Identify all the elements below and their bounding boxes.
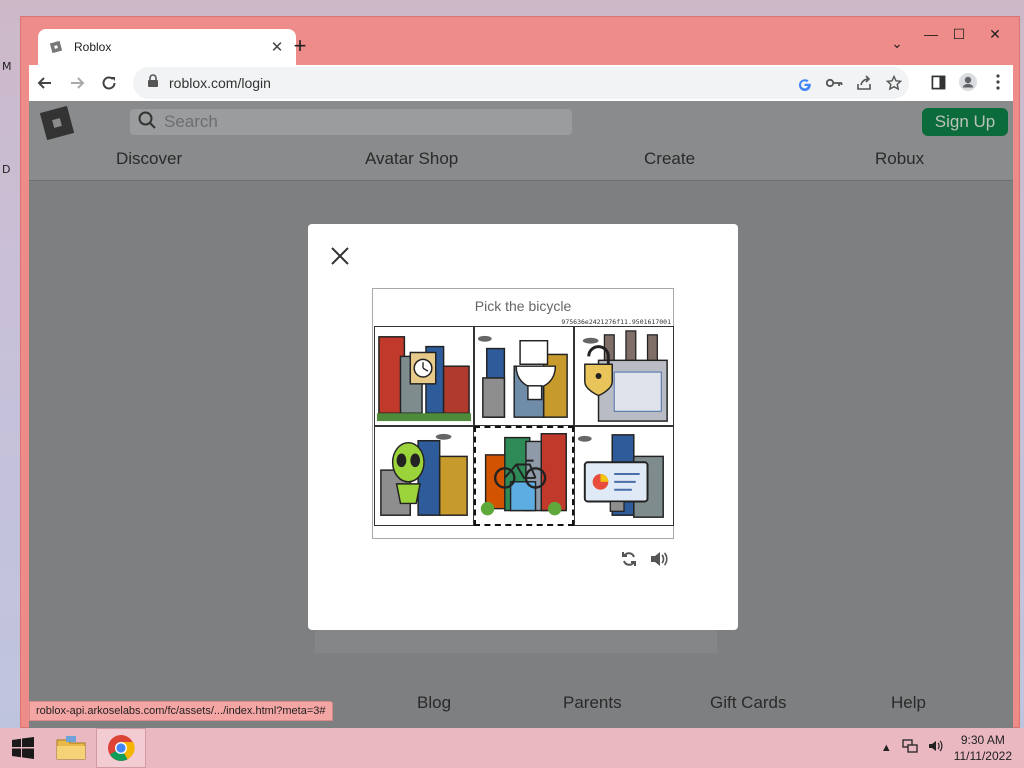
refresh-icon[interactable] (618, 548, 640, 570)
clock-time: 9:30 AM (960, 733, 1005, 747)
password-key-icon[interactable] (819, 68, 849, 98)
more-vertical-icon[interactable] (983, 67, 1013, 97)
reload-icon[interactable] (93, 67, 125, 99)
desktop-icon-label-m[interactable]: M (2, 60, 12, 73)
tray-chevron-up-icon[interactable]: ▲ (881, 742, 892, 754)
file-explorer-icon[interactable] (46, 728, 96, 768)
captcha-challenge: Pick the bicycle 975636e2421276f11.95016… (372, 288, 674, 539)
maximize-button[interactable]: ☐ (943, 21, 975, 47)
toilet-tile-image (477, 335, 568, 418)
captcha-tile-clock[interactable] (374, 326, 474, 426)
side-panel-icon[interactable] (923, 67, 953, 97)
captcha-challenge-id: 975636e2421276f11.9501617001 (561, 318, 671, 326)
captcha-modal: Pick the bicycle 975636e2421276f11.95016… (308, 224, 738, 630)
sign-up-button[interactable]: Sign Up (922, 108, 1008, 136)
browser-tab-roblox[interactable]: Roblox ✕ (38, 29, 296, 65)
new-tab-button[interactable]: + (287, 34, 313, 58)
browser-window: Roblox ✕ + ⌄ — ☐ ✕ roblox.com/login Sear… (20, 16, 1020, 729)
tab-close-icon[interactable]: ✕ (268, 38, 286, 56)
roblox-search-box[interactable] (130, 109, 572, 135)
roblox-header: Sign Up Discover Avatar Shop Create Robu… (29, 101, 1013, 181)
link-status-bubble: roblox-api.arkoselabs.com/fc/assets/.../… (29, 701, 333, 721)
back-arrow-icon[interactable] (29, 67, 61, 99)
browser-toolbar: roblox.com/login (29, 65, 1013, 101)
url-text[interactable]: roblox.com/login (169, 75, 789, 91)
clock-date: 11/11/2022 (953, 749, 1012, 763)
roblox-logo-icon[interactable] (39, 105, 75, 141)
google-g-icon[interactable] (789, 68, 819, 98)
footer-blog[interactable]: Blog (417, 693, 451, 713)
profile-avatar-icon[interactable] (953, 67, 983, 97)
windows-taskbar: ▲ 9:30 AM 11/11/2022 (0, 728, 1024, 768)
lock-icon[interactable] (147, 73, 159, 93)
roblox-favicon-icon (48, 39, 64, 55)
footer-help[interactable]: Help (891, 693, 926, 713)
browser-titlebar[interactable]: Roblox ✕ + ⌄ — ☐ ✕ (21, 17, 1019, 65)
modal-shadow (315, 629, 717, 653)
captcha-tile-padlock[interactable] (574, 326, 674, 426)
tab-title: Roblox (74, 40, 112, 54)
captcha-tools (618, 548, 670, 570)
search-icon (138, 111, 156, 134)
volume-icon[interactable] (928, 739, 944, 758)
alien-tile-image (380, 433, 468, 516)
chrome-taskbar-icon[interactable] (96, 728, 146, 768)
window-close-button[interactable]: ✕ (979, 21, 1011, 47)
captcha-tile-monitor[interactable] (574, 426, 674, 526)
address-bar[interactable]: roblox.com/login (133, 67, 909, 99)
audio-speaker-icon[interactable] (648, 548, 670, 570)
captcha-prompt: Pick the bicycle (474, 298, 572, 314)
share-icon[interactable] (849, 68, 879, 98)
roblox-login-page: Sign Up Discover Avatar Shop Create Robu… (29, 101, 1013, 729)
nav-create[interactable]: Create (644, 149, 695, 169)
captcha-tile-alien[interactable] (374, 426, 474, 526)
padlock-tile-image (582, 330, 668, 422)
bicycle-tile-image (480, 433, 567, 516)
taskbar-clock[interactable]: 9:30 AM 11/11/2022 (954, 732, 1012, 764)
clock-tile-image (376, 336, 472, 422)
captcha-tile-bicycle[interactable] (474, 426, 574, 526)
bookmark-star-icon[interactable] (879, 68, 909, 98)
nav-discover[interactable]: Discover (116, 149, 182, 169)
captcha-tile-toilet[interactable] (474, 326, 574, 426)
network-icon[interactable] (902, 738, 918, 758)
footer-parents[interactable]: Parents (563, 693, 622, 713)
system-tray: ▲ 9:30 AM 11/11/2022 (881, 728, 1012, 768)
nav-avatar-shop[interactable]: Avatar Shop (365, 149, 458, 169)
footer-gift-cards[interactable]: Gift Cards (710, 693, 787, 713)
desktop-icon-label-d[interactable]: D (2, 163, 10, 176)
forward-arrow-icon[interactable] (61, 67, 93, 99)
close-icon[interactable] (329, 245, 351, 267)
tab-search-chevron-down-icon[interactable]: ⌄ (887, 35, 907, 52)
search-input[interactable] (164, 112, 544, 132)
nav-robux[interactable]: Robux (875, 149, 924, 169)
windows-start-icon[interactable] (0, 728, 46, 768)
monitor-tile-image (577, 434, 664, 518)
captcha-image-grid (374, 326, 674, 526)
